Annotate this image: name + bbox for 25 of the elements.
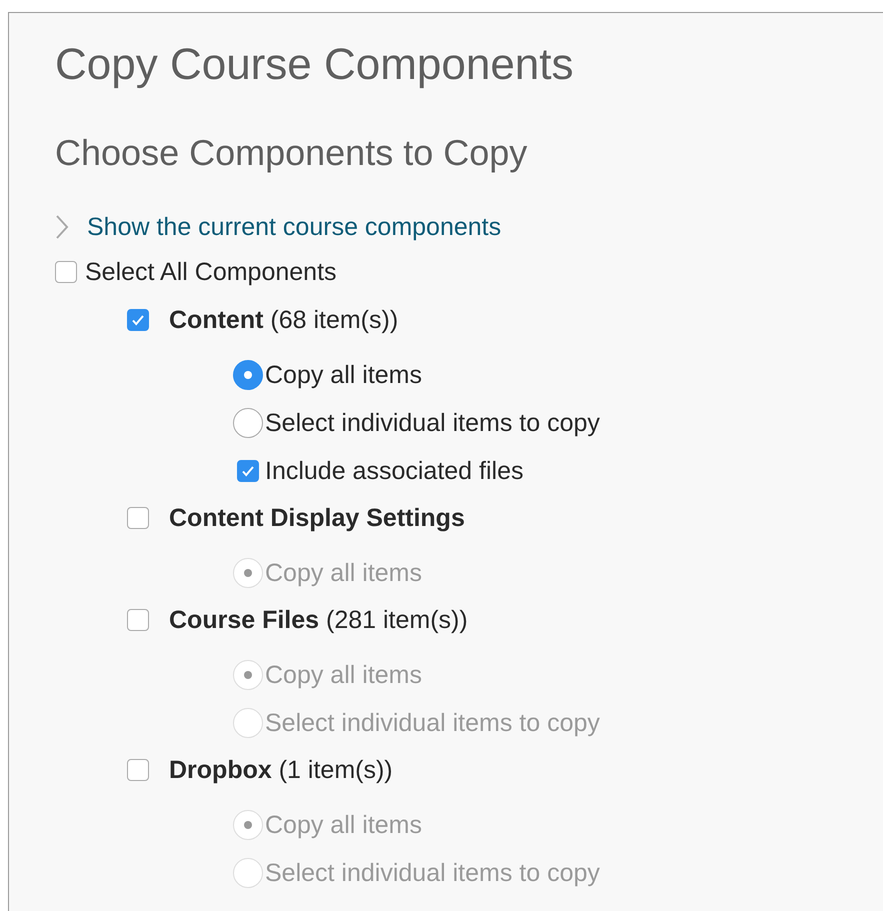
option-label: Copy all items [265, 810, 422, 840]
option-label: Select individual items to copy [265, 408, 600, 438]
show-components-link[interactable]: Show the current course components [87, 212, 502, 242]
component-label: Content Display Settings [169, 504, 465, 532]
checkbox[interactable] [55, 261, 77, 283]
option-label: Select individual items to copy [265, 858, 600, 888]
checkbox[interactable] [127, 609, 149, 631]
checkbox[interactable] [127, 309, 149, 331]
checkbox[interactable] [127, 507, 149, 529]
checkbox-label: Select All Components [85, 258, 337, 286]
section-heading: Choose Components to Copy [55, 131, 528, 175]
option-label: Include associated files [265, 456, 524, 486]
component-label: Course Files (281 item(s)) [169, 606, 468, 634]
option-label: Copy all items [265, 660, 422, 690]
chevron-icon[interactable] [55, 214, 69, 240]
option-label: Copy all items [265, 558, 422, 588]
radio-button[interactable] [233, 408, 263, 438]
option-label: Select individual items to copy [265, 708, 600, 738]
component-label: Content (68 item(s)) [169, 306, 398, 334]
checkbox[interactable] [237, 460, 259, 482]
option-label: Copy all items [265, 360, 422, 390]
radio-button[interactable] [233, 360, 263, 390]
component-label: Dropbox (1 item(s)) [169, 756, 393, 784]
page-title: Copy Course Components [55, 39, 574, 91]
checkbox[interactable] [127, 759, 149, 781]
